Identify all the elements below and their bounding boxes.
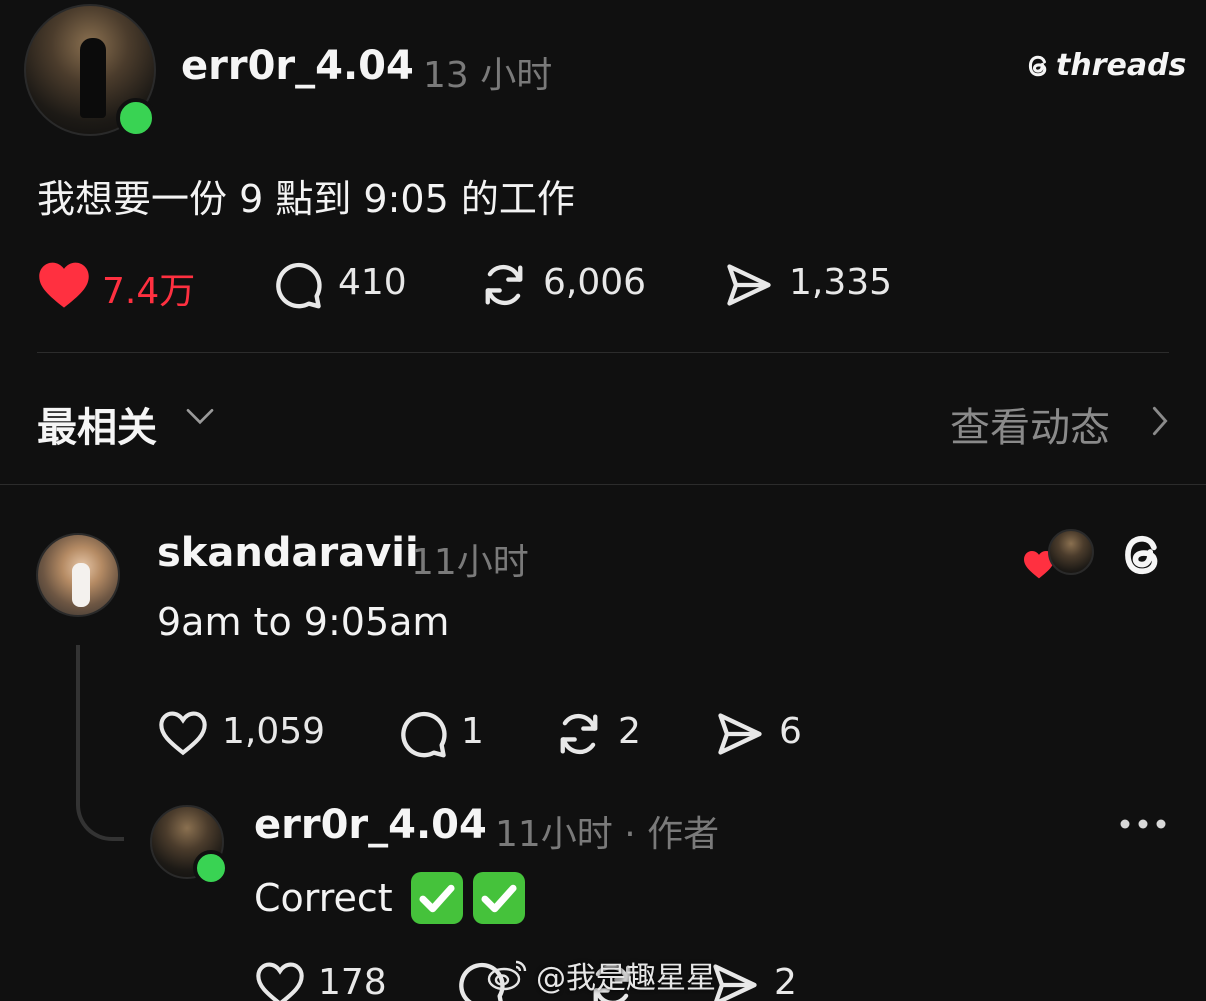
watermark: @我是趣星星	[486, 953, 716, 997]
reply-username[interactable]: err0r_4.04	[254, 802, 487, 848]
ellipsis-icon	[1120, 819, 1166, 829]
reply-like-button[interactable]	[254, 959, 306, 1001]
post-repost-button[interactable]	[477, 259, 531, 311]
heart-filled-icon	[39, 262, 89, 308]
send-icon	[718, 713, 762, 755]
comment-reply-button[interactable]	[397, 708, 449, 760]
more-options-button[interactable]	[1118, 812, 1168, 836]
heart-outline-icon	[256, 962, 304, 1001]
view-activity-label: 查看动态	[950, 405, 1110, 451]
repost-icon	[560, 713, 598, 755]
check-mark-icon	[472, 872, 525, 924]
comment-share-count: 6	[779, 711, 802, 752]
comment-repost-count: 2	[618, 711, 641, 752]
sort-dropdown[interactable]: 最相关	[37, 395, 157, 453]
reply-like-count: 178	[318, 962, 387, 1001]
post-reply-count: 410	[338, 262, 407, 303]
online-status-indicator	[116, 98, 156, 138]
weibo-icon	[487, 960, 527, 991]
post-like-count: 7.4万	[102, 271, 196, 312]
divider	[37, 352, 1169, 353]
comment-text: 9am to 9:05am	[157, 600, 450, 644]
post-repost-count: 6,006	[543, 262, 647, 303]
sort-label: 最相关	[37, 405, 157, 451]
comment-timestamp: 11小时	[411, 542, 529, 583]
post-author-username[interactable]: err0r_4.04	[181, 43, 414, 89]
send-icon	[713, 964, 757, 1001]
view-activity-link[interactable]: 查看动态	[950, 395, 1110, 453]
threads-wordmark: threads	[1056, 48, 1187, 83]
comment-share-button[interactable]	[713, 708, 767, 760]
post-reply-button[interactable]	[272, 259, 324, 311]
comment-icon	[401, 711, 447, 758]
author-mini-avatar	[1048, 529, 1094, 575]
post-share-count: 1,335	[789, 262, 893, 303]
post-share-button[interactable]	[722, 259, 776, 311]
post-like-button[interactable]	[37, 259, 91, 309]
reply-timestamp: 11小时 · 作者	[495, 814, 720, 855]
post-timestamp: 13 小时	[423, 55, 553, 96]
comment-reply-count: 1	[461, 711, 484, 752]
post-text: 我想要一份 9 點到 9:05 的工作	[37, 177, 575, 221]
reply-share-count: 2	[774, 962, 797, 1001]
divider	[0, 484, 1206, 485]
send-icon	[727, 264, 771, 306]
chevron-right-icon[interactable]	[1150, 404, 1170, 438]
comment-username[interactable]: skandaravii	[157, 530, 419, 576]
repost-icon	[485, 264, 523, 306]
threads-icon[interactable]	[1116, 528, 1168, 582]
commenter-avatar[interactable]	[36, 533, 120, 617]
comment-repost-button[interactable]	[552, 708, 606, 760]
check-mark-icon	[410, 872, 463, 924]
comment-icon	[276, 262, 322, 309]
threads-logo: threads	[1024, 48, 1186, 83]
comment-like-count: 1,059	[222, 711, 326, 752]
reply-text: Correct	[254, 876, 393, 920]
threads-icon	[1028, 55, 1047, 76]
watermark-text: @我是趣星星	[536, 961, 716, 996]
comment-like-button[interactable]	[157, 708, 209, 756]
thread-connector-line	[76, 645, 124, 841]
online-status-indicator	[193, 850, 229, 886]
reply-share-button[interactable]	[708, 959, 762, 1001]
chevron-down-icon[interactable]	[184, 405, 216, 429]
heart-outline-icon	[159, 711, 207, 756]
reply-text-row: Correct	[254, 872, 525, 924]
